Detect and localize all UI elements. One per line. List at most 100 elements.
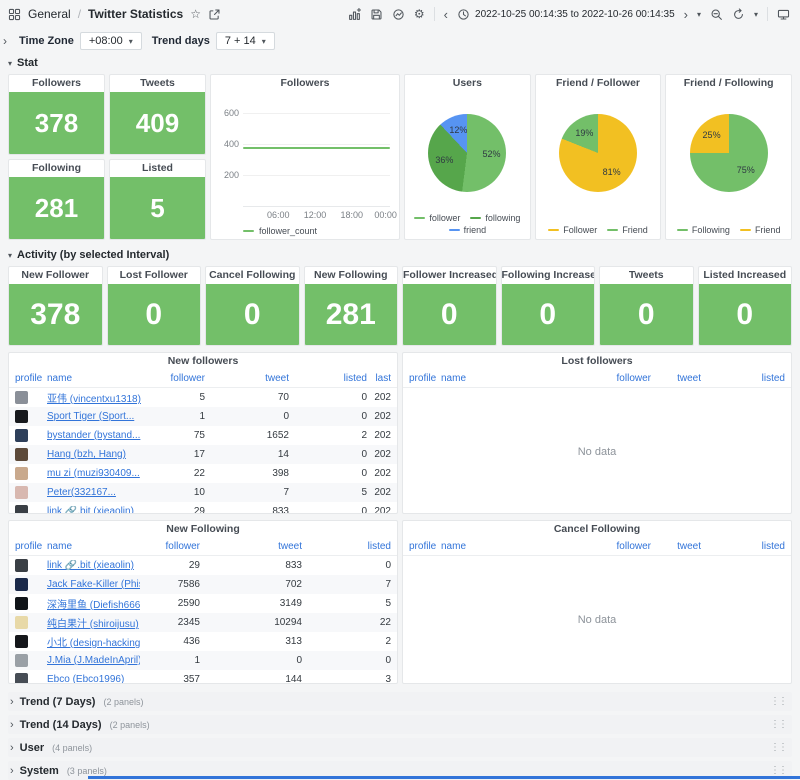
- column-header[interactable]: profile: [15, 541, 47, 552]
- y-tick: 600: [215, 108, 239, 118]
- row-drag-handle-icon[interactable]: ⋮⋮: [770, 765, 786, 776]
- pie-slice-label: 25%: [703, 130, 721, 140]
- user-link[interactable]: 小北 (design-hacking): [47, 638, 140, 649]
- row-stat[interactable]: ▾ Stat: [8, 56, 792, 70]
- refresh-interval-caret-icon[interactable]: ▾: [754, 10, 758, 19]
- panel-title[interactable]: Friend / Following: [666, 75, 791, 92]
- menu-expand-icon[interactable]: ›: [3, 34, 7, 48]
- row-drag-handle-icon[interactable]: ⋮⋮: [770, 719, 786, 730]
- panel-title[interactable]: Lost followers: [403, 353, 791, 370]
- save-dashboard-icon[interactable]: [370, 8, 383, 21]
- panel-title[interactable]: Following: [9, 160, 104, 177]
- user-link[interactable]: 亚伟 (vincentxu1318): [47, 394, 141, 405]
- legend-item[interactable]: follower: [414, 213, 460, 223]
- time-range-picker[interactable]: 2022-10-25 00:14:35 to 2022-10-26 00:14:…: [457, 8, 675, 21]
- time-shift-forward-icon[interactable]: ›: [684, 8, 688, 21]
- column-header[interactable]: listed: [701, 541, 785, 552]
- row-activity[interactable]: ▾ Activity (by selected Interval): [8, 248, 792, 262]
- add-panel-icon[interactable]: [348, 8, 361, 21]
- column-header[interactable]: tweet: [205, 373, 289, 384]
- legend-item[interactable]: following: [470, 213, 520, 223]
- stat-panel: New Follower 378: [8, 266, 103, 346]
- user-link[interactable]: Peter(332167...: [47, 487, 116, 498]
- star-icon[interactable]: ☆: [190, 8, 201, 20]
- tv-mode-icon[interactable]: [777, 8, 790, 21]
- column-header[interactable]: profile: [15, 373, 47, 384]
- column-header[interactable]: name: [441, 373, 551, 384]
- stat-panel: Tweets 409: [109, 74, 206, 155]
- cancel-following-table-panel: Cancel Following profilenamefollowertwee…: [402, 520, 792, 684]
- user-link[interactable]: 纯白果汁 (shiroijusu): [47, 619, 139, 630]
- user-link[interactable]: bystander (bystand...: [47, 430, 140, 441]
- zoom-out-time-icon[interactable]: [710, 8, 723, 21]
- column-header[interactable]: tweet: [651, 541, 701, 552]
- time-shift-back-icon[interactable]: ‹: [444, 8, 448, 21]
- legend-item[interactable]: Follower: [548, 225, 597, 235]
- user-link[interactable]: Jack Fake-Killer (Phish...: [47, 579, 140, 590]
- column-header[interactable]: profile: [409, 541, 441, 552]
- panel-title[interactable]: Followers: [9, 75, 104, 92]
- legend-item[interactable]: Following: [677, 225, 730, 235]
- panel-title[interactable]: Cancel Following: [206, 267, 299, 284]
- legend-item[interactable]: follower_count: [243, 226, 317, 236]
- user-link[interactable]: 深海里鱼 (Diefish666): [47, 600, 140, 611]
- dashboard-settings-gear-icon[interactable]: ⚙: [414, 8, 425, 20]
- column-header[interactable]: listed: [302, 541, 391, 552]
- user-link[interactable]: Ebco (Ebco1996): [47, 674, 124, 684]
- breadcrumb-dashboard-title[interactable]: Twitter Statistics: [88, 7, 183, 21]
- column-header[interactable]: follower: [551, 373, 651, 384]
- panel-title[interactable]: Listed: [110, 160, 205, 177]
- column-header[interactable]: follower: [157, 373, 205, 384]
- user-link[interactable]: Sport Tiger (Sport...: [47, 411, 134, 422]
- table-row: Hang (bzh, Hang) 17 14 0 202: [9, 445, 397, 464]
- dashboard-row-collapsed[interactable]: › User (4 panels) ⋮⋮: [8, 738, 792, 757]
- panel-title[interactable]: New Following: [305, 267, 398, 284]
- time-picker-caret-icon[interactable]: ▾: [697, 10, 701, 19]
- panel-title[interactable]: Users: [405, 75, 530, 92]
- refresh-icon[interactable]: [732, 8, 745, 21]
- panel-title[interactable]: Cancel Following: [403, 521, 791, 538]
- column-header[interactable]: follower: [551, 541, 651, 552]
- row-drag-handle-icon[interactable]: ⋮⋮: [770, 696, 786, 707]
- breadcrumb-folder[interactable]: General: [28, 7, 71, 21]
- panel-title[interactable]: New Follower: [9, 267, 102, 284]
- column-header[interactable]: name: [47, 541, 140, 552]
- column-header[interactable]: listed: [701, 373, 785, 384]
- stat-value: 0: [600, 284, 693, 345]
- column-header[interactable]: last: [367, 373, 391, 384]
- user-link[interactable]: link 🔗.bit (xieaolin): [47, 506, 134, 514]
- legend-item[interactable]: Friend: [740, 225, 781, 235]
- column-header[interactable]: listed: [289, 373, 367, 384]
- column-header[interactable]: follower: [140, 541, 200, 552]
- panel-title[interactable]: Friend / Follower: [536, 75, 661, 92]
- dashboards-grid-icon[interactable]: [8, 8, 21, 21]
- column-header[interactable]: name: [47, 373, 157, 384]
- panel-title[interactable]: Listed Increased: [699, 267, 792, 284]
- share-icon[interactable]: [208, 8, 221, 21]
- trend-days-select[interactable]: 7 + 14 ▾: [216, 32, 275, 50]
- legend-item[interactable]: friend: [449, 225, 487, 235]
- panel-title[interactable]: Follower Increased: [403, 267, 496, 284]
- panel-title[interactable]: Tweets: [600, 267, 693, 284]
- user-link[interactable]: mu zi (muzi930409...: [47, 468, 140, 479]
- legend-item[interactable]: Friend: [607, 225, 648, 235]
- column-header[interactable]: tweet: [200, 541, 302, 552]
- panel-title[interactable]: New followers: [9, 353, 397, 370]
- panel-title[interactable]: Lost Follower: [108, 267, 201, 284]
- user-link[interactable]: J.Mia (J.MadeInApril): [47, 655, 140, 666]
- timezone-select[interactable]: +08:00 ▾: [80, 32, 142, 50]
- column-header[interactable]: name: [441, 541, 551, 552]
- panel-title[interactable]: Followers: [211, 75, 399, 92]
- dashboard-insights-icon[interactable]: [392, 8, 405, 21]
- user-link[interactable]: Hang (bzh, Hang): [47, 449, 126, 460]
- row-drag-handle-icon[interactable]: ⋮⋮: [770, 742, 786, 753]
- column-header[interactable]: profile: [409, 373, 441, 384]
- panel-title[interactable]: Tweets: [110, 75, 205, 92]
- user-link[interactable]: link 🔗.bit (xieaolin): [47, 560, 134, 571]
- column-header[interactable]: tweet: [651, 373, 701, 384]
- dashboard-row-collapsed[interactable]: › Trend (14 Days) (2 panels) ⋮⋮: [8, 715, 792, 734]
- panel-title[interactable]: Following Increased: [502, 267, 595, 284]
- dashboard-row-collapsed[interactable]: › Trend (7 Days) (2 panels) ⋮⋮: [8, 692, 792, 711]
- panel-title[interactable]: New Following: [9, 521, 397, 538]
- follower-cell: 29: [157, 506, 205, 514]
